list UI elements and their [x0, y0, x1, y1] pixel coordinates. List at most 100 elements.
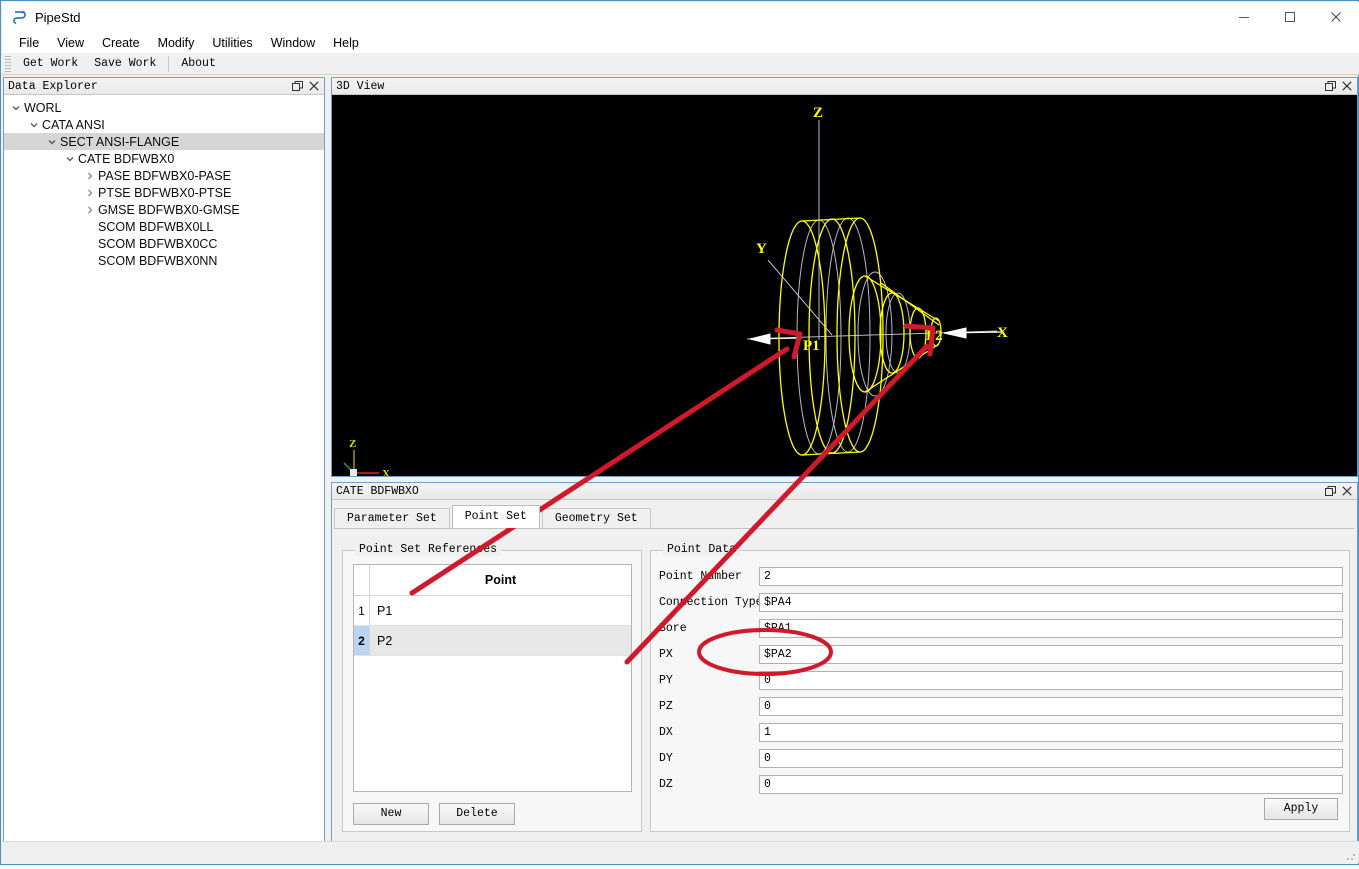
tree-item-label: CATE BDFWBX0 — [78, 151, 175, 166]
menu-item-modify[interactable]: Modify — [149, 34, 204, 52]
field-dz-row: DZ 0 — [659, 771, 1343, 797]
field-label: DY — [659, 751, 673, 765]
field-pz-row: PZ 0 — [659, 693, 1343, 719]
menu-item-create[interactable]: Create — [93, 34, 149, 52]
tree-item-label: SCOM BDFWBX0NN — [98, 253, 218, 268]
dz-input[interactable]: 0 — [759, 774, 1343, 794]
chevron-down-icon[interactable] — [8, 99, 24, 116]
about-button[interactable]: About — [173, 55, 224, 72]
view3d-caption-buttons — [1325, 80, 1357, 92]
pz-input[interactable]: 0 — [759, 696, 1343, 716]
view3d-panel: 3D View Z Y X P1 P2 Z X — [331, 77, 1358, 477]
dx-input[interactable]: 1 — [759, 722, 1343, 742]
window-controls — [1221, 2, 1359, 32]
chevron-right-icon[interactable] — [82, 167, 98, 184]
tab-geometry-set[interactable]: Geometry Set — [541, 508, 651, 528]
field-connection-type-row: Connection Type $PA4 — [659, 589, 1343, 615]
bore-input[interactable]: $PA1 — [759, 618, 1343, 638]
tree-item-label: PTSE BDFWBX0-PTSE — [98, 185, 232, 200]
maximize-icon[interactable] — [1267, 2, 1313, 32]
menu-item-file[interactable]: File — [10, 34, 48, 52]
save-work-button[interactable]: Save Work — [86, 55, 164, 72]
connection-type-input[interactable]: $PA4 — [759, 592, 1343, 612]
axis-label-z: Z — [813, 105, 823, 121]
cate-panel: CATE BDFWBXO Parameter Set Point Set Geo… — [331, 482, 1358, 842]
triad-label-z: Z — [349, 438, 356, 450]
field-label: PY — [659, 673, 673, 687]
tree-item-scom-ll[interactable]: SCOM BDFWBX0LL — [4, 218, 324, 235]
tree-item-label: SECT ANSI-FLANGE — [60, 134, 180, 149]
menu-item-window[interactable]: Window — [262, 34, 324, 52]
tree-item-ptse[interactable]: PTSE BDFWBX0-PTSE — [4, 184, 324, 201]
view3d-title: 3D View — [336, 79, 385, 93]
tree-item-worl[interactable]: WORL — [4, 99, 324, 116]
point-label-p2: P2 — [926, 328, 943, 344]
view3d-canvas[interactable]: Z Y X P1 P2 Z X — [332, 95, 1357, 476]
tree-item-cate-bdfwbx0[interactable]: CATE BDFWBX0 — [4, 150, 324, 167]
field-px-row: PX $PA2 — [659, 641, 1343, 667]
toolbar: Get Work Save Work About — [2, 53, 1359, 75]
close-icon[interactable] — [309, 81, 319, 91]
delete-button[interactable]: Delete — [439, 803, 515, 825]
py-input[interactable]: 0 — [759, 670, 1343, 690]
chevron-right-icon[interactable] — [82, 201, 98, 218]
field-dy-row: DY 0 — [659, 745, 1343, 771]
point-number-input[interactable]: 2 — [759, 566, 1343, 586]
tree-item-cata-ansi[interactable]: CATA ANSI — [4, 116, 324, 133]
tree-item-label: SCOM BDFWBX0CC — [98, 236, 218, 251]
column-header-point: Point — [484, 573, 517, 587]
field-dx-row: DX 1 — [659, 719, 1343, 745]
data-explorer-caption-buttons — [292, 80, 324, 92]
tree-item-pase[interactable]: PASE BDFWBX0-PASE — [4, 167, 324, 184]
menu-item-help[interactable]: Help — [324, 34, 368, 52]
field-label: PX — [659, 647, 673, 661]
tab-point-set[interactable]: Point Set — [451, 505, 540, 528]
field-label: DZ — [659, 777, 673, 791]
point-set-references-table[interactable]: Point 1 P1 2 P2 — [353, 564, 632, 792]
get-work-button[interactable]: Get Work — [15, 55, 86, 72]
point-label-p1: P1 — [803, 338, 820, 354]
new-button[interactable]: New — [353, 803, 429, 825]
title-bar: PipeStd — [2, 2, 1359, 32]
field-label: Bore — [659, 621, 687, 635]
tree-item-scom-cc[interactable]: SCOM BDFWBX0CC — [4, 235, 324, 252]
toolbar-grip[interactable] — [5, 55, 11, 72]
minimize-icon[interactable] — [1221, 2, 1267, 32]
px-input[interactable]: $PA2 — [759, 644, 1343, 664]
chevron-down-icon[interactable] — [44, 133, 60, 150]
window-title: PipeStd — [35, 9, 81, 25]
field-bore-row: Bore $PA1 — [659, 615, 1343, 641]
close-icon[interactable] — [1342, 486, 1352, 496]
close-icon[interactable] — [1342, 81, 1352, 91]
tree-item-label: PASE BDFWBX0-PASE — [98, 168, 231, 183]
menu-item-view[interactable]: View — [48, 34, 93, 52]
axis-label-x: X — [997, 325, 1008, 341]
float-window-icon[interactable] — [1325, 80, 1336, 92]
close-icon[interactable] — [1313, 2, 1359, 32]
tree-item-scom-nn[interactable]: SCOM BDFWBX0NN — [4, 252, 324, 269]
tree-item-sect-ansi-flange[interactable]: SECT ANSI-FLANGE — [4, 133, 324, 150]
status-bar — [2, 841, 1359, 863]
tree-item-gmse[interactable]: GMSE BDFWBX0-GMSE — [4, 201, 324, 218]
apply-button[interactable]: Apply — [1264, 798, 1338, 820]
chevron-right-icon[interactable] — [82, 184, 98, 201]
float-window-icon[interactable] — [292, 80, 303, 92]
tab-parameter-set[interactable]: Parameter Set — [334, 508, 450, 528]
table-row[interactable]: 1 P1 — [354, 596, 631, 626]
toolbar-separator — [168, 55, 170, 72]
tree-item-label: WORL — [24, 100, 62, 115]
row-number: 1 — [354, 596, 370, 625]
application-window: PipeStd File View Create Modify Utilitie… — [0, 0, 1359, 865]
table-row[interactable]: 2 P2 — [354, 626, 631, 656]
field-point-number-row: Point Number 2 — [659, 563, 1343, 589]
point-data-title: Point Data — [663, 543, 741, 556]
resize-grip[interactable] — [1346, 851, 1356, 861]
chevron-down-icon[interactable] — [26, 116, 42, 133]
object-tree[interactable]: WORL CATA ANSI SECT ANSI-FLANGE CATE BDF… — [4, 95, 324, 269]
chevron-down-icon[interactable] — [62, 150, 78, 167]
menu-item-utilities[interactable]: Utilities — [203, 34, 261, 52]
float-window-icon[interactable] — [1325, 485, 1336, 497]
dy-input[interactable]: 0 — [759, 748, 1343, 768]
